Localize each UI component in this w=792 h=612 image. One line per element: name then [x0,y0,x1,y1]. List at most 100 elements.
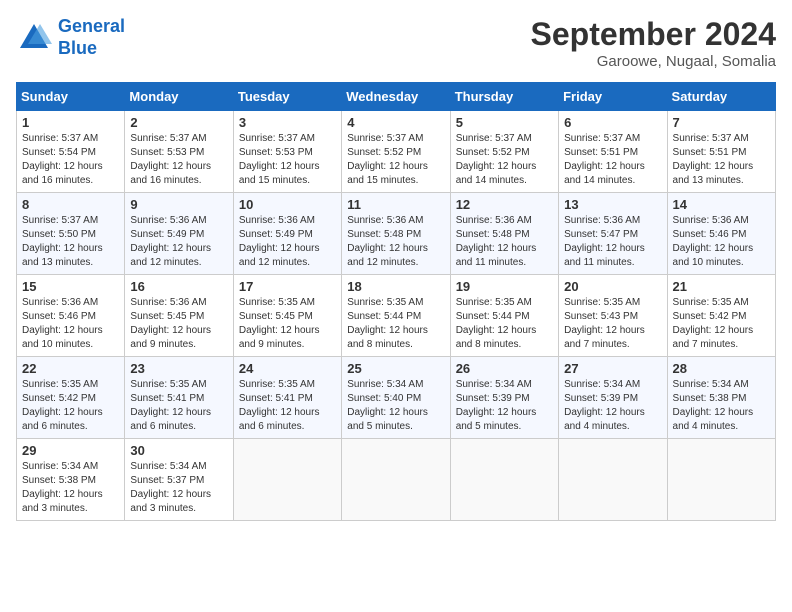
day-info: Sunrise: 5:35 AMSunset: 5:41 PMDaylight:… [130,378,227,434]
calendar-week-row: 15Sunrise: 5:36 AMSunset: 5:46 PMDayligh… [17,275,776,357]
table-row: 24 Sunrise: 5:35 AMSunset: 5:41 PMDayligh… [233,357,341,439]
day-info: Sunrise: 5:36 AMSunset: 5:45 PMDaylight:… [130,296,227,352]
day-info: Sunrise: 5:35 AMSunset: 5:42 PMDaylight:… [22,378,119,434]
day-info: Sunrise: 5:37 AMSunset: 5:53 PMDaylight:… [239,132,336,188]
table-row: 3 Sunrise: 5:37 AMSunset: 5:53 PMDaylight… [233,111,341,193]
day-info: Sunrise: 5:36 AMSunset: 5:49 PMDaylight:… [130,214,227,270]
day-number: 8 [22,197,119,212]
day-info: Sunrise: 5:36 AMSunset: 5:47 PMDaylight:… [564,214,661,270]
table-row: 20 Sunrise: 5:35 AMSunset: 5:43 PMDayligh… [559,275,667,357]
day-info: Sunrise: 5:35 AMSunset: 5:44 PMDaylight:… [456,296,553,352]
day-number: 24 [239,361,336,376]
header-monday: Monday [125,83,233,111]
table-row [667,439,775,521]
table-row [342,439,450,521]
day-number: 29 [22,443,119,458]
logo: General Blue [16,16,125,59]
day-info: Sunrise: 5:36 AMSunset: 5:48 PMDaylight:… [456,214,553,270]
day-info: Sunrise: 5:34 AMSunset: 5:37 PMDaylight:… [130,460,227,516]
day-info: Sunrise: 5:36 AMSunset: 5:49 PMDaylight:… [239,214,336,270]
day-info: Sunrise: 5:37 AMSunset: 5:52 PMDaylight:… [347,132,444,188]
table-row: 19Sunrise: 5:35 AMSunset: 5:44 PMDayligh… [450,275,558,357]
table-row: 11 Sunrise: 5:36 AMSunset: 5:48 PMDayligh… [342,193,450,275]
day-number: 5 [456,115,553,130]
day-info: Sunrise: 5:35 AMSunset: 5:42 PMDaylight:… [673,296,770,352]
table-row: 5 Sunrise: 5:37 AMSunset: 5:52 PMDaylight… [450,111,558,193]
title-block: September 2024 Garoowe, Nugaal, Somalia [531,16,776,70]
day-number: 30 [130,443,227,458]
table-row: 26 Sunrise: 5:34 AMSunset: 5:39 PMDayligh… [450,357,558,439]
day-number: 23 [130,361,227,376]
day-number: 20 [564,279,661,294]
calendar-table: Sunday Monday Tuesday Wednesday Thursday… [16,82,776,521]
day-info: Sunrise: 5:37 AMSunset: 5:53 PMDaylight:… [130,132,227,188]
table-row: 23 Sunrise: 5:35 AMSunset: 5:41 PMDayligh… [125,357,233,439]
calendar-week-row: 1 Sunrise: 5:37 AMSunset: 5:54 PMDaylight… [17,111,776,193]
day-number: 26 [456,361,553,376]
table-row: 15Sunrise: 5:36 AMSunset: 5:46 PMDayligh… [17,275,125,357]
table-row: 25Sunrise: 5:34 AMSunset: 5:40 PMDayligh… [342,357,450,439]
day-number: 14 [673,197,770,212]
day-number: 21 [673,279,770,294]
table-row: 6 Sunrise: 5:37 AMSunset: 5:51 PMDaylight… [559,111,667,193]
day-info: Sunrise: 5:35 AMSunset: 5:43 PMDaylight:… [564,296,661,352]
day-info: Sunrise: 5:37 AMSunset: 5:54 PMDaylight:… [22,132,119,188]
day-info: Sunrise: 5:34 AMSunset: 5:39 PMDaylight:… [564,378,661,434]
table-row: 27 Sunrise: 5:34 AMSunset: 5:39 PMDayligh… [559,357,667,439]
day-number: 11 [347,197,444,212]
logo-icon [16,20,52,56]
day-number: 28 [673,361,770,376]
day-number: 7 [673,115,770,130]
table-row: 30 Sunrise: 5:34 AMSunset: 5:37 PMDayligh… [125,439,233,521]
day-info: Sunrise: 5:34 AMSunset: 5:40 PMDaylight:… [347,378,444,434]
header-saturday: Saturday [667,83,775,111]
day-info: Sunrise: 5:35 AMSunset: 5:41 PMDaylight:… [239,378,336,434]
location: Garoowe, Nugaal, Somalia [531,53,776,70]
day-number: 9 [130,197,227,212]
day-number: 17 [239,279,336,294]
table-row: 21 Sunrise: 5:35 AMSunset: 5:42 PMDayligh… [667,275,775,357]
table-row: 1 Sunrise: 5:37 AMSunset: 5:54 PMDaylight… [17,111,125,193]
table-row: 8 Sunrise: 5:37 AMSunset: 5:50 PMDaylight… [17,193,125,275]
day-number: 1 [22,115,119,130]
day-info: Sunrise: 5:34 AMSunset: 5:39 PMDaylight:… [456,378,553,434]
table-row [450,439,558,521]
day-info: Sunrise: 5:37 AMSunset: 5:51 PMDaylight:… [564,132,661,188]
table-row: 2 Sunrise: 5:37 AMSunset: 5:53 PMDaylight… [125,111,233,193]
logo-text: General Blue [58,16,125,59]
day-number: 13 [564,197,661,212]
day-info: Sunrise: 5:37 AMSunset: 5:52 PMDaylight:… [456,132,553,188]
day-info: Sunrise: 5:34 AMSunset: 5:38 PMDaylight:… [673,378,770,434]
day-number: 4 [347,115,444,130]
table-row: 12 Sunrise: 5:36 AMSunset: 5:48 PMDayligh… [450,193,558,275]
day-number: 22 [22,361,119,376]
table-row [233,439,341,521]
table-row: 16 Sunrise: 5:36 AMSunset: 5:45 PMDayligh… [125,275,233,357]
table-row [559,439,667,521]
day-number: 18 [347,279,444,294]
day-number: 2 [130,115,227,130]
day-number: 12 [456,197,553,212]
table-row: 17Sunrise: 5:35 AMSunset: 5:45 PMDayligh… [233,275,341,357]
day-info: Sunrise: 5:36 AMSunset: 5:48 PMDaylight:… [347,214,444,270]
day-info: Sunrise: 5:35 AMSunset: 5:44 PMDaylight:… [347,296,444,352]
table-row: 14Sunrise: 5:36 AMSunset: 5:46 PMDayligh… [667,193,775,275]
header-wednesday: Wednesday [342,83,450,111]
calendar-week-row: 22 Sunrise: 5:35 AMSunset: 5:42 PMDayligh… [17,357,776,439]
table-row: 18 Sunrise: 5:35 AMSunset: 5:44 PMDayligh… [342,275,450,357]
day-number: 15 [22,279,119,294]
day-info: Sunrise: 5:37 AMSunset: 5:50 PMDaylight:… [22,214,119,270]
page-header: General Blue September 2024 Garoowe, Nug… [16,16,776,70]
day-number: 27 [564,361,661,376]
day-info: Sunrise: 5:37 AMSunset: 5:51 PMDaylight:… [673,132,770,188]
table-row: 13 Sunrise: 5:36 AMSunset: 5:47 PMDayligh… [559,193,667,275]
month-title: September 2024 [531,16,776,53]
header-sunday: Sunday [17,83,125,111]
table-row: 28 Sunrise: 5:34 AMSunset: 5:38 PMDayligh… [667,357,775,439]
header-tuesday: Tuesday [233,83,341,111]
day-number: 3 [239,115,336,130]
day-number: 6 [564,115,661,130]
table-row: 10Sunrise: 5:36 AMSunset: 5:49 PMDayligh… [233,193,341,275]
table-row: 29Sunrise: 5:34 AMSunset: 5:38 PMDayligh… [17,439,125,521]
day-number: 16 [130,279,227,294]
